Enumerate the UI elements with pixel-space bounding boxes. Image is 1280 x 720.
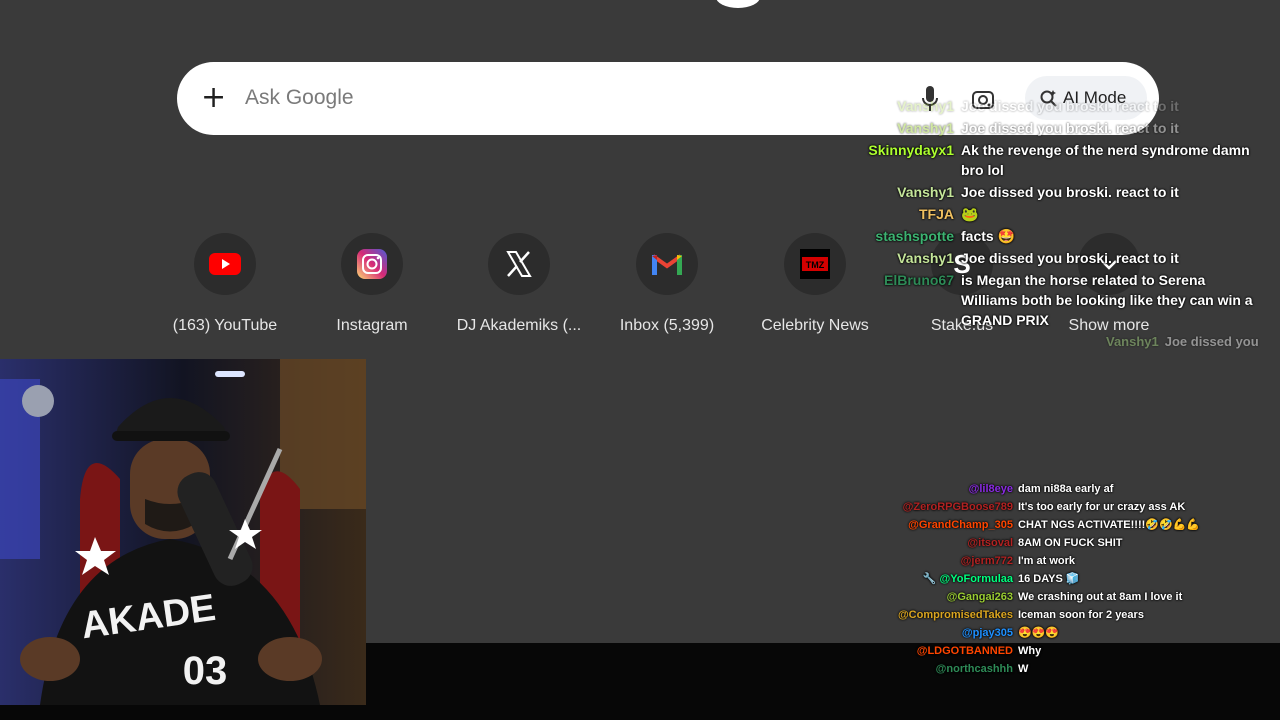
chat-text: It's too early for ur crazy ass AK: [1018, 501, 1186, 513]
chat-text: 🐸: [961, 206, 979, 222]
chat-username: @Gangai263: [946, 591, 1013, 603]
chat-text: I'm at work: [1018, 555, 1076, 567]
x-icon: [506, 251, 532, 277]
chat-message: @Gangai263 We crashing out at 8am I love …: [880, 588, 1260, 606]
chat-username: @itsoval: [967, 537, 1013, 549]
youtube-chat-overlay: @lil8eye dam ni88a early af @ZeroRPGBoose…: [880, 480, 1260, 678]
shortcut-youtube[interactable]: (163) YouTube: [155, 233, 295, 335]
chat-username: stashspotte: [875, 228, 954, 244]
chat-username-with-badge: 🔧 @YoFormulaa: [880, 570, 1013, 588]
chat-text: Iceman soon for 2 years: [1018, 609, 1144, 621]
chat-username: @lil8eye: [968, 483, 1013, 495]
shortcut-gmail[interactable]: Inbox (5,399): [597, 233, 737, 335]
shortcut-label: Instagram: [336, 317, 408, 334]
disco-ball: [22, 385, 54, 417]
chat-username: @CompromisedTakes: [897, 609, 1013, 621]
chat-message: Vanshy1 Joe dissed you broski. react to i…: [860, 118, 1260, 138]
tmz-icon: TMZ: [800, 249, 830, 279]
chat-username: ElBruno67: [883, 272, 954, 288]
chat-text: Joe dissed you: [1164, 334, 1259, 349]
chat-message: Vanshy1 Joe dissed you broski. react to i…: [860, 248, 1260, 268]
chat-message: @jerm772 I'm at work: [880, 552, 1260, 570]
chat-text: Joe dissed you broski. react to it: [961, 250, 1179, 266]
shortcut-label: DJ Akademiks (...: [456, 317, 582, 334]
chat-username: Vanshy1: [897, 250, 954, 266]
chat-username: @pjay305: [961, 627, 1013, 639]
live-chat-overlay: Vanshy1 Joe dissed you broski. react to i…: [860, 96, 1260, 332]
chat-message: Skinnydayx1 Ak the revenge of the nerd sy…: [860, 140, 1260, 180]
chat-text: 8AM ON FUCK SHIT: [1018, 537, 1123, 549]
chat-message: @CompromisedTakes Iceman soon for 2 years: [880, 606, 1260, 624]
chat-text: We crashing out at 8am I love it: [1018, 591, 1183, 603]
chat-username: @northcashhh: [935, 663, 1013, 675]
chat-message: 🔧 @YoFormulaa 16 DAYS 🧊: [880, 570, 1260, 588]
jersey-number: 03: [183, 649, 228, 693]
chat-username: Vanshy1: [897, 98, 954, 114]
google-logo-fragment: [716, 0, 760, 8]
add-icon[interactable]: +: [201, 80, 226, 116]
chat-text: Why: [1018, 645, 1042, 657]
chat-username: Vanshy1: [897, 120, 954, 136]
chat-message: TFJA 🐸: [860, 204, 1260, 224]
chat-message: ElBruno67 is Megan the horse related to S…: [860, 270, 1260, 330]
chat-message: @northcashhh W: [880, 660, 1260, 678]
chat-text: Joe dissed you broski. react to it: [961, 98, 1179, 114]
chat-message-fading: Vanshy1 Joe dissed you: [1106, 334, 1259, 349]
stream-bottom-bar-left: [0, 705, 366, 720]
chat-message: stashspotte facts 🤩: [860, 226, 1260, 246]
shortcut-label: Inbox (5,399): [619, 317, 715, 334]
chat-username: Vanshy1: [897, 184, 954, 200]
chat-text: is Megan the horse related to Serena Wil…: [961, 272, 1253, 328]
chat-message: @lil8eye dam ni88a early af: [880, 480, 1260, 498]
chat-text: CHAT NGS ACTIVATE!!!!🤣🤣💪💪: [1018, 519, 1201, 531]
shortcut-instagram[interactable]: Instagram: [302, 233, 442, 335]
chat-message: Vanshy1 Joe dissed you broski. react to i…: [860, 182, 1260, 202]
chat-message: @ZeroRPGBoose789 It's too early for ur cr…: [880, 498, 1260, 516]
chat-text: Joe dissed you broski. react to it: [961, 184, 1179, 200]
shortcut-label: (163) YouTube: [172, 317, 278, 334]
chat-message: Vanshy1 Joe dissed you broski. react to i…: [860, 96, 1260, 116]
chat-message: @pjay305 😍😍😍: [880, 624, 1260, 642]
chat-text: facts 🤩: [961, 228, 1016, 244]
chat-text: 16 DAYS 🧊: [1018, 573, 1080, 585]
chat-username: Vanshy1: [1106, 334, 1159, 349]
chat-username: @jerm772: [960, 555, 1013, 567]
wrench-badge-icon: 🔧: [922, 573, 937, 585]
svg-text:TMZ: TMZ: [806, 260, 825, 270]
chat-username: @ZeroRPGBoose789: [902, 501, 1013, 513]
shortcut-dj-akademiks[interactable]: DJ Akademiks (...: [449, 233, 589, 335]
instagram-icon: [357, 249, 387, 279]
search-input[interactable]: Ask Google: [245, 86, 354, 110]
chat-text: dam ni88a early af: [1018, 483, 1114, 495]
chat-message: @LDGOTBANNED Why: [880, 642, 1260, 660]
chat-username: @LDGOTBANNED: [916, 645, 1013, 657]
webcam-feed: AKADE 03: [0, 359, 366, 705]
chat-text: Ak the revenge of the nerd syndrome damn…: [961, 142, 1250, 178]
chat-message: @itsoval 8AM ON FUCK SHIT: [880, 534, 1260, 552]
chat-username: @GrandChamp_305: [908, 519, 1013, 531]
chat-text: Joe dissed you broski. react to it: [961, 120, 1179, 136]
chat-message: @GrandChamp_305 CHAT NGS ACTIVATE!!!!🤣🤣💪💪: [880, 516, 1260, 534]
chat-username: Skinnydayx1: [868, 142, 954, 158]
youtube-icon: [209, 253, 241, 275]
chat-username: TFJA: [919, 206, 954, 222]
gmail-icon: [651, 254, 683, 275]
chat-text: 😍😍😍: [1018, 627, 1060, 639]
chat-text: W: [1018, 663, 1029, 675]
chat-username: @YoFormulaa: [939, 573, 1013, 585]
